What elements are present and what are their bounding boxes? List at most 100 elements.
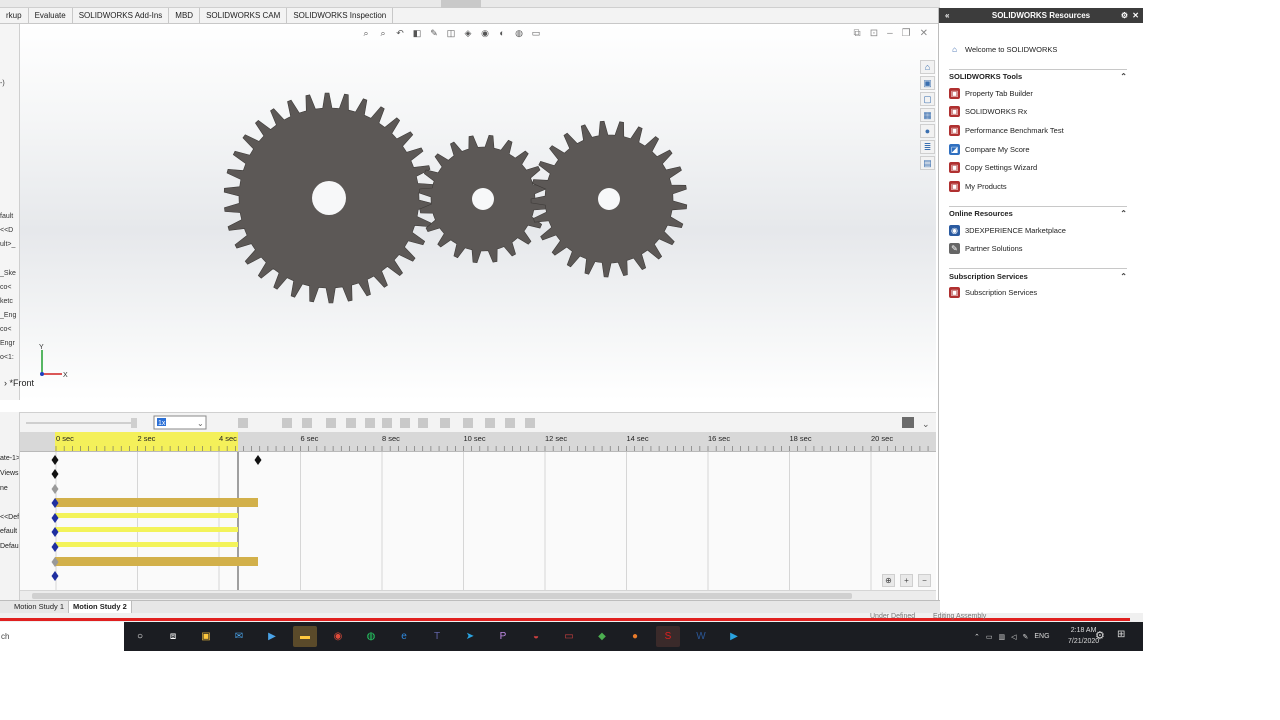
- app-icon[interactable]: ◒: [524, 626, 548, 647]
- collapse-chevron-icon[interactable]: ⌃: [1120, 72, 1127, 81]
- collapse-chevron-icon[interactable]: ⌃: [1120, 209, 1127, 218]
- solidworks-taskbar-icon[interactable]: S: [656, 626, 680, 647]
- word-icon[interactable]: W: [689, 626, 713, 647]
- language-indicator[interactable]: ENG: [1034, 633, 1049, 640]
- resources-link[interactable]: ▣ Property Tab Builder: [939, 84, 1143, 103]
- keyframe-bar[interactable]: [55, 513, 238, 518]
- command-tab[interactable]: SOLIDWORKS CAM: [200, 8, 288, 24]
- feature-tree-item[interactable]: co<: [0, 326, 11, 333]
- scrollbar-thumb[interactable]: [32, 593, 852, 599]
- feature-tree-item[interactable]: ketc: [0, 298, 13, 305]
- collapse-chevron-icon[interactable]: ⌃: [1120, 272, 1127, 281]
- panel-settings-icon[interactable]: ⚙: [1121, 8, 1128, 23]
- recorder-icon[interactable]: ▭: [557, 626, 581, 647]
- edge-icon[interactable]: e: [392, 626, 416, 647]
- resources-link[interactable]: ✎ Partner Solutions: [939, 240, 1143, 259]
- motion-timeline[interactable]: [20, 452, 936, 590]
- resources-section-header[interactable]: Subscription Services ⌃: [949, 268, 1127, 283]
- feature-tree-item[interactable]: ult>_: [0, 241, 15, 248]
- timeline-scrollbar[interactable]: [20, 590, 936, 600]
- resources-link[interactable]: ▣ Copy Settings Wizard: [939, 158, 1143, 177]
- resources-link[interactable]: ▣ SOLIDWORKS Rx: [939, 102, 1143, 121]
- telegram-icon[interactable]: ➤: [458, 626, 482, 647]
- forum-tab-icon[interactable]: ▤: [920, 156, 935, 170]
- view-palette-tab-icon[interactable]: ▦: [920, 108, 935, 122]
- small-gear[interactable]: [418, 134, 548, 264]
- chrome-icon[interactable]: ◉: [326, 626, 350, 647]
- feature-tree-item[interactable]: fault: [0, 213, 13, 220]
- volume-icon[interactable]: ◁: [1011, 633, 1016, 641]
- resources-link[interactable]: ▣ My Products: [939, 177, 1143, 196]
- zoom-in-icon[interactable]: +: [900, 574, 913, 587]
- motion-study-tab[interactable]: Motion Study 1: [10, 601, 70, 613]
- resources-link[interactable]: ▣ Performance Benchmark Test: [939, 121, 1143, 140]
- pin-icon[interactable]: ✕: [1132, 8, 1139, 23]
- store-icon[interactable]: ▣: [194, 626, 218, 647]
- feature-tree-item[interactable]: co<: [0, 284, 11, 291]
- resources-tab-icon[interactable]: ⌂: [920, 60, 935, 74]
- command-tab[interactable]: SOLIDWORKS Add-Ins: [73, 8, 170, 24]
- tray-chevron-icon[interactable]: ⌃: [974, 633, 980, 641]
- pen-icon[interactable]: ✎: [1023, 633, 1029, 641]
- command-tab[interactable]: rkup: [0, 8, 29, 24]
- teams-icon[interactable]: T: [425, 626, 449, 647]
- feature-tree-item[interactable]: Engr: [0, 340, 15, 347]
- network-icon[interactable]: ▥: [999, 633, 1006, 641]
- feature-tree-item[interactable]: _Ske: [0, 270, 16, 277]
- media-icon[interactable]: ●: [623, 626, 647, 647]
- command-tab[interactable]: MBD: [169, 8, 201, 24]
- taskbar-search-box[interactable]: ch: [0, 622, 124, 651]
- appearances-tab-icon[interactable]: ●: [920, 124, 935, 138]
- keyframe-diamond[interactable]: [254, 455, 262, 465]
- motion-tree-item[interactable]: ne: [0, 485, 8, 492]
- feature-tree-item[interactable]: <<D: [0, 227, 13, 234]
- premiere-icon[interactable]: P: [491, 626, 515, 647]
- motion-tree-item[interactable]: ate-1>: [0, 455, 19, 462]
- action-center-icon[interactable]: ⊞: [1117, 629, 1125, 640]
- file-explorer-tab-icon[interactable]: ▢: [920, 92, 935, 106]
- keyframe-bar[interactable]: [55, 527, 238, 532]
- medium-gear[interactable]: [530, 120, 688, 278]
- keyframe-diamond[interactable]: [51, 469, 59, 479]
- welcome-link[interactable]: ⌂ Welcome to SOLIDWORKS: [939, 40, 1143, 59]
- motion-tree-item[interactable]: Defau: [0, 543, 19, 550]
- resources-link[interactable]: ◉ 3DEXPERIENCE Marketplace: [939, 221, 1143, 240]
- mail-icon[interactable]: ✉: [227, 626, 251, 647]
- video-app-icon[interactable]: ▶: [722, 626, 746, 647]
- feature-tree-item[interactable]: -): [0, 80, 5, 87]
- expand-arrow-icon[interactable]: ›: [4, 378, 7, 388]
- resources-link[interactable]: ▣ Subscription Services: [939, 283, 1143, 302]
- notification-icon[interactable]: ▭: [986, 633, 993, 641]
- large-gear[interactable]: [223, 92, 435, 304]
- keyframe-diamond[interactable]: [51, 571, 59, 581]
- zoom-to-fit-icon[interactable]: ⊕: [882, 574, 895, 587]
- keyframe-diamond[interactable]: [51, 484, 59, 494]
- command-tab[interactable]: Evaluate: [29, 8, 73, 24]
- graphics-viewport[interactable]: ⌕ ⌕ ↶ ◧ ✎ ◫ ◈ ◉ ◐ ◍ ▭ ⧉ ⊡ – ❐ ✕ Y X: [20, 24, 936, 400]
- motion-tree-item[interactable]: Views: [0, 470, 19, 477]
- feature-tree-item[interactable]: o<1:: [0, 354, 14, 361]
- powershell-icon[interactable]: ▶: [260, 626, 284, 647]
- keyframe-bar[interactable]: [55, 557, 258, 566]
- command-tab[interactable]: SOLIDWORKS Inspection: [287, 8, 394, 24]
- design-library-tab-icon[interactable]: ▣: [920, 76, 935, 90]
- resources-section-header[interactable]: SOLIDWORKS Tools ⌃: [949, 68, 1127, 84]
- keyframe-bar[interactable]: [55, 498, 258, 507]
- resources-section-header[interactable]: Online Resources ⌃: [949, 205, 1127, 221]
- motion-tree-item[interactable]: efault: [0, 528, 17, 535]
- motion-study-tab[interactable]: Motion Study 2: [69, 601, 132, 613]
- custom-properties-tab-icon[interactable]: ≣: [920, 140, 935, 154]
- task-view-icon[interactable]: ⧈: [161, 626, 185, 647]
- zoom-out-icon[interactable]: −: [918, 574, 931, 587]
- collapse-panel-icon[interactable]: «: [945, 8, 949, 23]
- timeline-ruler[interactable]: 0 sec 2 sec 4 sec 6 sec 8 sec 10 sec 12 sec 14 …: [20, 432, 936, 452]
- whatsapp-icon[interactable]: ◍: [359, 626, 383, 647]
- keyframe-diamond[interactable]: [51, 455, 59, 465]
- keyframe-bar[interactable]: [55, 542, 238, 547]
- feature-tree-item[interactable]: _Eng: [0, 312, 16, 319]
- cortana-icon[interactable]: ○: [128, 626, 152, 647]
- motion-tree-item[interactable]: <<Def: [0, 514, 19, 521]
- file-explorer-icon[interactable]: ▬: [293, 626, 317, 647]
- resources-link[interactable]: ◪ Compare My Score: [939, 140, 1143, 159]
- settings-gear-icon[interactable]: ⚙: [1095, 629, 1105, 642]
